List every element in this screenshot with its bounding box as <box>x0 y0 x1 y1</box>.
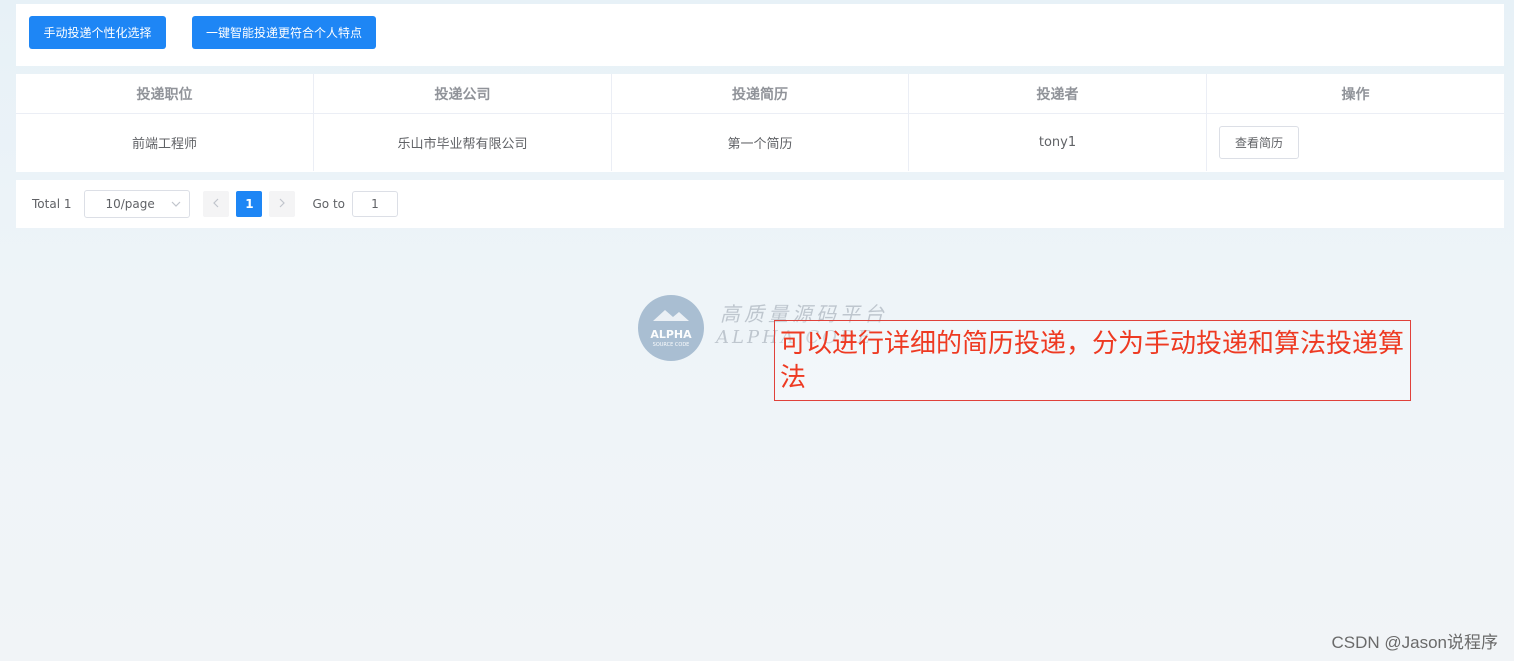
prev-page-button[interactable] <box>203 191 230 217</box>
page-size-select[interactable]: 10/page <box>84 190 191 218</box>
view-resume-button[interactable]: 查看简历 <box>1219 126 1299 159</box>
goto-label: Go to <box>312 197 345 211</box>
toolbar-card: 手动投递个性化选择 一键智能投递更符合个人特点 <box>16 4 1504 66</box>
page-size-value: 10/page <box>105 197 155 211</box>
annotation-box: 可以进行详细的简历投递，分为手动投递和算法投递算法 <box>774 320 1411 401</box>
watermark-logo-text: ALPHA <box>650 328 692 341</box>
next-page-button[interactable] <box>269 191 296 217</box>
pagination: Total 1 10/page 1 Go to <box>16 180 1504 228</box>
mountain-icon <box>653 310 689 321</box>
header-resume: 投递简历 <box>612 74 909 113</box>
page: 手动投递个性化选择 一键智能投递更符合个人特点 投递职位 投递公司 投递简历 投… <box>0 0 1514 661</box>
cell-applicant: tony1 <box>909 114 1207 171</box>
header-position: 投递职位 <box>16 74 314 113</box>
cell-resume: 第一个简历 <box>612 114 909 171</box>
header-company: 投递公司 <box>314 74 612 113</box>
header-action: 操作 <box>1341 86 1370 103</box>
table-header-row: 投递职位 投递公司 投递简历 投递者 操作 <box>16 74 1504 114</box>
table-row: 前端工程师 乐山市毕业帮有限公司 第一个简历 tony1 查看简历 <box>16 114 1504 171</box>
delivery-table: 投递职位 投递公司 投递简历 投递者 操作 前端工程师 乐山市毕业帮有限公司 第… <box>16 74 1504 172</box>
watermark-logo-subtext: SOURCE CODE <box>652 342 690 348</box>
chevron-down-icon <box>171 199 181 210</box>
pagination-total: Total 1 <box>32 197 72 211</box>
manual-delivery-button[interactable]: 手动投递个性化选择 <box>29 16 166 49</box>
cell-position: 前端工程师 <box>16 114 314 171</box>
chevron-right-icon <box>279 197 286 211</box>
footer-credit: CSDN @Jason说程序 <box>1331 633 1498 652</box>
goto-page-input[interactable] <box>352 191 398 217</box>
watermark-logo: ALPHA SOURCE CODE <box>638 295 704 361</box>
header-applicant: 投递者 <box>909 74 1207 113</box>
page-number-current[interactable]: 1 <box>236 191 263 217</box>
cell-action: 查看简历 <box>1207 114 1504 171</box>
chevron-left-icon <box>213 197 219 211</box>
smart-delivery-button[interactable]: 一键智能投递更符合个人特点 <box>192 16 376 49</box>
cell-company: 乐山市毕业帮有限公司 <box>314 114 612 171</box>
